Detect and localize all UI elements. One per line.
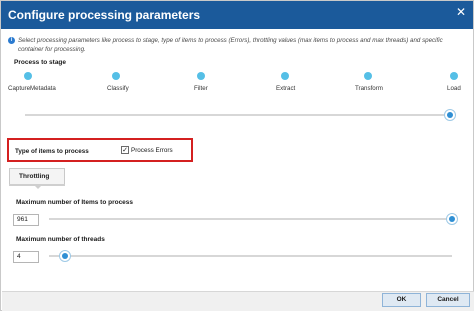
max-items-input[interactable]: 961 (13, 214, 39, 226)
max-items-slider-knob[interactable] (446, 213, 458, 225)
ok-button[interactable]: OK (382, 293, 421, 307)
configure-dialog: Configure processing parameters ✕ i Sele… (0, 0, 474, 311)
info-message: i Select processing parameters like proc… (8, 36, 468, 54)
stage-dot-capturemetadata[interactable] (24, 72, 32, 80)
stage-dot-filter[interactable] (197, 72, 205, 80)
stage-dot-transform[interactable] (364, 72, 372, 80)
stage-label-transform: Transform (355, 85, 383, 92)
info-text: Select processing parameters like proces… (18, 37, 443, 53)
stage-label-extract: Extract (276, 85, 296, 92)
stage-label-classify: Classify (107, 85, 129, 92)
type-of-items-label: Type of items to process (15, 148, 89, 155)
stage-dot-classify[interactable] (112, 72, 120, 80)
tab-pointer (34, 185, 42, 189)
stage-slider-knob[interactable] (444, 109, 456, 121)
stage-label-load: Load (447, 85, 461, 92)
stage-dot-load[interactable] (450, 72, 458, 80)
title-bar: Configure processing parameters ✕ (1, 1, 473, 29)
process-to-stage-label: Process to stage (14, 59, 67, 66)
stage-dot-extract[interactable] (281, 72, 289, 80)
info-icon: i (8, 37, 15, 44)
process-errors-checkbox[interactable]: ✓ (121, 146, 129, 154)
stage-slider-track[interactable] (25, 114, 451, 116)
close-icon[interactable]: ✕ (454, 5, 468, 19)
max-threads-input[interactable]: 4 (13, 251, 39, 263)
cancel-button[interactable]: Cancel (426, 293, 470, 307)
stage-label-filter: Filter (194, 85, 208, 92)
dialog-title: Configure processing parameters (8, 8, 201, 22)
stage-label-capturemetadata: CaptureMetadata (8, 85, 56, 92)
max-items-label: Maximum number of Items to process (16, 199, 134, 206)
max-threads-label: Maximum number of threads (16, 236, 105, 243)
max-threads-slider-knob[interactable] (59, 250, 72, 262)
max-items-slider-track[interactable] (49, 218, 452, 220)
tab-throttling[interactable]: Throttling (9, 168, 65, 185)
max-threads-slider-track[interactable] (49, 255, 452, 257)
process-errors-label[interactable]: Process Errors (131, 147, 173, 154)
tab-throttling-label: Throttling (19, 173, 50, 180)
